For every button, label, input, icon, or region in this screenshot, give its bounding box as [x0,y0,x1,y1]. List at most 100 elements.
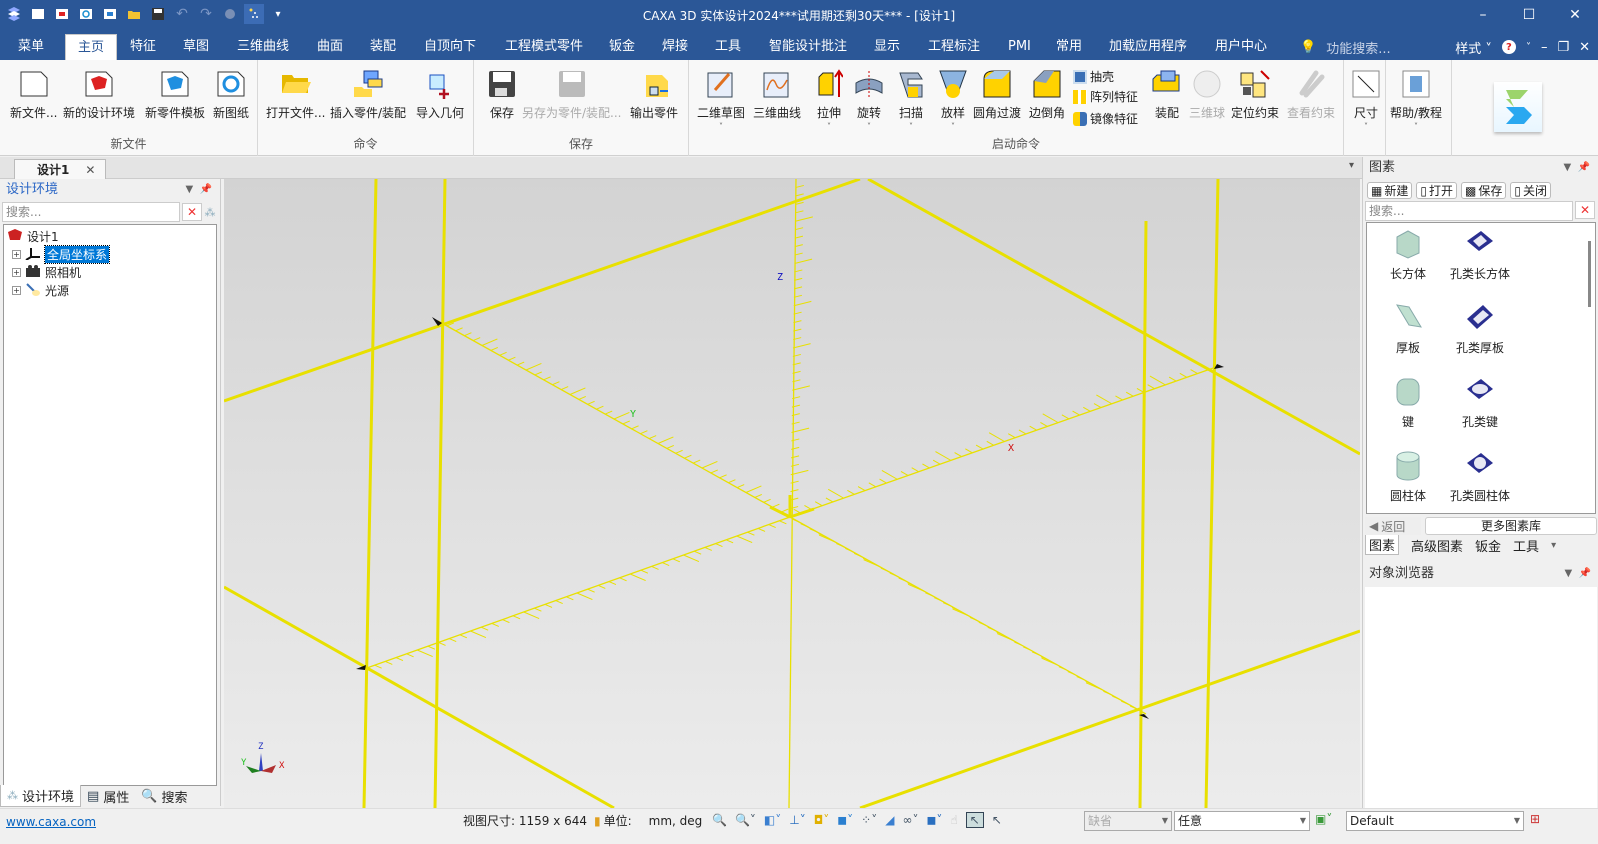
tab-design-environment[interactable]: ⁂ 设计环境 [0,785,82,807]
pattern-button[interactable]: 阵列特征 [1073,88,1138,105]
catalog-tab-elements[interactable]: 图素 [1365,535,1400,555]
tab-welding[interactable]: 焊接 [650,34,700,60]
tab-pmi[interactable]: PMI [996,34,1043,60]
tab-engineering-part[interactable]: 工程模式零件 [493,34,595,60]
catalog-tab-tools[interactable]: 工具 [1513,536,1539,555]
element-box[interactable]: 长方体 [1373,227,1443,282]
new-design-env-button[interactable]: 新的设计环境 [63,68,135,121]
select-arrow-icon[interactable]: ↖ [965,812,984,828]
catalog-tab-sheet-metal[interactable]: 钣金 [1475,536,1501,555]
tab-top-down[interactable]: 自顶向下 [412,34,488,60]
catalog-tab-advanced[interactable]: 高级图素 [1411,536,1463,555]
extrude-button[interactable]: 拉伸 ˅ [813,68,845,131]
maximize-button[interactable]: ☐ [1506,0,1552,30]
scheme-icon[interactable]: ▣˅ [1315,812,1332,826]
fillet-button[interactable]: 圆角过渡 [973,68,1021,121]
help-tutorial-button[interactable]: 帮助/教程 ˅ [1390,68,1442,131]
expand-icon[interactable]: + [12,250,21,259]
element-cylinder[interactable]: 圆柱体 [1373,449,1443,504]
library-scrollbar[interactable] [1588,241,1591,307]
tree-root[interactable]: 设计1 [7,228,59,245]
selection-filter-combo[interactable]: 任意 ▼ [1174,811,1310,831]
element-hole-cylinder[interactable]: 孔类圆柱体 [1445,449,1515,504]
search-options-icon[interactable]: ⁂ [202,206,218,219]
glasses-icon[interactable]: ∞˅ [902,813,918,827]
position-constraint-button[interactable]: 定位约束 [1231,68,1279,121]
doc-tab-design1[interactable]: 设计1 ✕ [14,159,107,179]
dimension-button[interactable]: 尺寸 ˅ [1350,68,1382,131]
3d-ball-button[interactable]: 三维球 [1189,68,1225,121]
assembly-button[interactable]: 装配 [1151,68,1183,121]
element-plate[interactable]: 厚板 [1373,301,1443,356]
open-catalog-button[interactable]: ▯ 打开 [1416,182,1457,199]
zoom-icon[interactable]: 🔍˅ [735,813,756,827]
style-dropdown[interactable]: 样式 ˅ [1455,38,1492,57]
panel-menu-icon[interactable]: ▼ [185,184,193,195]
doc-restore-button[interactable]: ❐ [1557,40,1569,55]
element-search-input[interactable]: 搜索... [1365,201,1573,221]
save-catalog-button[interactable]: ▩ 保存 [1460,182,1507,199]
caxa-website-link[interactable]: www.caxa.com [6,815,96,829]
tab-user-center[interactable]: 用户中心 [1203,34,1279,60]
tab-3d-curve[interactable]: 三维曲线 [225,34,301,60]
pin-icon[interactable]: 📌 [1579,568,1591,579]
chamfer-button[interactable]: 边倒角 [1029,68,1065,121]
cube-view-icon[interactable]: ◼˅ [926,813,942,827]
pick-icon[interactable]: ☝ [950,813,957,827]
view-orientation-icon[interactable]: ◧˅ [764,813,781,827]
back-button[interactable]: ◀ 返回 [1365,517,1421,535]
element-hole-key[interactable]: 孔类键 [1445,375,1515,430]
tree-item[interactable]: + 全局坐标系 [12,245,111,264]
tab-surface[interactable]: 曲面 [305,34,355,60]
help-icon[interactable]: ? [1501,40,1516,54]
mirror-button[interactable]: 镜像特征 [1073,110,1138,127]
view-constraints-button[interactable]: 查看约束 [1287,68,1335,121]
tab-search[interactable]: 🔍 搜索 [135,785,193,807]
tabs-overflow-icon[interactable]: ▾ [1551,540,1556,551]
tabs-dropdown-icon[interactable]: ▾ [1349,160,1354,171]
3d-curve-button[interactable]: 三维曲线 [753,68,801,121]
doc-minimize-button[interactable]: – [1541,40,1548,55]
orientation-triad[interactable]: Z Y X [241,742,285,773]
insert-part-button[interactable]: 插入零件/装配 [330,68,406,121]
tab-common[interactable]: 常用 [1044,34,1094,60]
tab-sketch[interactable]: 草图 [171,34,221,60]
close-tab-icon[interactable]: ✕ [85,163,95,177]
element-hole-box[interactable]: 孔类长方体 [1445,227,1515,282]
new-part-template-button[interactable]: 新零件模板 [145,68,205,121]
close-catalog-button[interactable]: ▯ 关闭 [1510,182,1551,199]
new-file-button[interactable]: 新文件... [10,68,57,121]
panel-menu-icon[interactable]: ▼ [1564,568,1572,579]
open-file-button[interactable]: 打开文件... [266,68,325,121]
feature-search-input[interactable]: 功能搜索... [1326,38,1390,57]
tree-search-input[interactable]: 搜索... [2,202,180,222]
element-hole-plate[interactable]: 孔类厚板 [1445,301,1515,356]
clear-search-button[interactable]: ✕ [1575,201,1595,219]
clear-search-button[interactable]: ✕ [182,203,202,221]
tab-engineering-annotation[interactable]: 工程标注 [916,34,992,60]
pin-icon[interactable]: 📌 [200,184,212,195]
more-libraries-button[interactable]: 更多图素库 [1425,517,1597,535]
lighting-icon[interactable]: ⁘˅ [861,813,877,827]
tab-assembly[interactable]: 装配 [358,34,408,60]
selection-level-combo[interactable]: 缺省 ▼ [1084,811,1172,831]
section-icon[interactable]: ◢ [885,813,894,827]
tab-home[interactable]: 主页 [65,34,118,60]
minimize-button[interactable]: – [1460,0,1506,30]
tab-load-apps[interactable]: 加载应用程序 [1097,34,1199,60]
save-as-button[interactable]: 另存为零件/装配... [522,68,622,121]
axis-icon[interactable]: ⊥˅ [789,813,805,827]
tab-sheet-metal[interactable]: 钣金 [597,34,647,60]
new-drawing-button[interactable]: 新图纸 [213,68,249,121]
sweep-button[interactable]: 扫描 ˅ [895,68,927,131]
close-button[interactable]: ✕ [1552,0,1598,30]
tab-features[interactable]: 特征 [118,34,168,60]
expand-icon[interactable]: + [12,268,21,277]
display-mode-icon[interactable]: ◼˅ [837,813,853,827]
scheme-combo[interactable]: Default ▼ [1346,811,1524,831]
render-mode-icon[interactable]: ◘˅ [814,813,830,827]
help-dropdown[interactable]: ˅ [1526,42,1531,53]
2d-sketch-button[interactable]: 二维草图 ˅ [697,68,745,131]
import-geometry-button[interactable]: 导入几何 [416,68,464,121]
zoom-fit-icon[interactable]: 🔍 [712,813,727,827]
